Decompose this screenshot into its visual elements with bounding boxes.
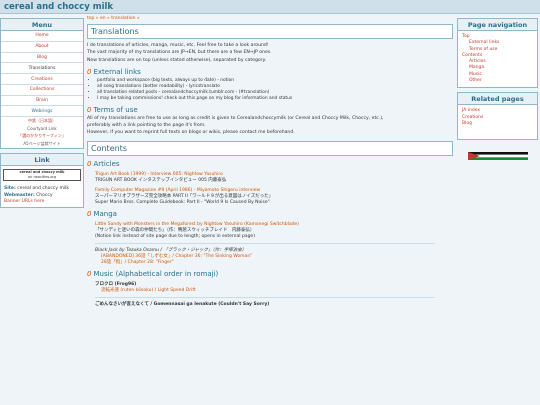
- webmaster-label: Webmaster:: [4, 192, 35, 198]
- menu-item-translations[interactable]: Translations: [1, 63, 83, 75]
- menu-item-brain[interactable]: Brain: [1, 96, 83, 107]
- section-glyph: 0: [87, 209, 92, 218]
- menu-title: Menu: [1, 19, 83, 31]
- related-pages-title: Related pages: [458, 93, 537, 106]
- banner-sub: on neocities.org: [27, 175, 57, 180]
- webring-link-2[interactable]: 「選のかかりサーフィン」: [1, 132, 83, 140]
- section-glyph: 0: [87, 159, 92, 168]
- site-label: Site:: [4, 186, 16, 192]
- menu-item-home[interactable]: Home: [1, 31, 83, 42]
- music-entry-2[interactable]: ごめんなさいが言えなくて / Gomennasai ga Ienakute (C…: [95, 302, 453, 308]
- site-title[interactable]: cereal and choccy milk: [4, 2, 113, 12]
- webring-sub-2: A5ページ盆栽サイト: [23, 141, 61, 147]
- link-box: Link cereal and choccy milk on neocities…: [0, 153, 84, 209]
- webrings-label: Webrings: [1, 106, 83, 118]
- terms-2: preferably with a link pointing to the p…: [87, 123, 206, 129]
- menu-box: Menu Home About Blog Translations Creati…: [0, 18, 84, 150]
- webring-sub-1: Courtyard Link: [27, 126, 57, 132]
- link-info: Site: cereal and choccy milk Webmaster: …: [1, 184, 83, 207]
- intro-3: New translations are on top (unless stat…: [87, 57, 267, 63]
- banner-urls-link[interactable]: Banner URLs here: [4, 199, 80, 205]
- article-entry-2[interactable]: Family Computer Magazine #9 (April 1986)…: [95, 188, 453, 206]
- page-navigation-title: Page navigation: [458, 19, 537, 31]
- section-glyph: 0: [87, 67, 92, 76]
- header-bar: cereal and choccy milk: [0, 0, 540, 14]
- manga-entry-2[interactable]: Black Jack by Tezuka Osamu / 「ブラック・ジャック」…: [95, 248, 453, 266]
- divider: [95, 242, 435, 244]
- link-title: Link: [1, 154, 83, 167]
- webring-link-1[interactable]: 中鉄（日本語）: [1, 117, 83, 125]
- article-entry-1[interactable]: Trigun Art Book (1999) - Interview 005: …: [95, 172, 453, 184]
- related-pages-box: Related pages JA index Creations Blog: [457, 92, 538, 141]
- section-glyph: 0: [87, 269, 92, 278]
- contents-heading: Contents: [87, 140, 453, 156]
- breadcrumb[interactable]: top » en » translation »: [87, 16, 140, 21]
- site-value: cereal and choccy milk: [17, 186, 69, 192]
- music-entry-1[interactable]: フロクロ (Frog96) 流転光速 (ruten kōsoku) / Ligh…: [95, 282, 453, 294]
- terms-3: However, if you want to reprint full tex…: [87, 130, 295, 136]
- intro-1: I do translations of articles, manga, mu…: [87, 43, 269, 48]
- intro-2: The vast majority of my translations are…: [87, 50, 272, 56]
- flag-banner-icon[interactable]: [468, 152, 528, 160]
- terms-heading: 0 Terms of use: [87, 105, 138, 114]
- menu-item-collections[interactable]: Collections: [1, 85, 83, 96]
- site-banner[interactable]: cereal and choccy milk on neocities.org: [3, 169, 81, 182]
- music-heading: 0 Music (Alphabetical order in romaji): [87, 269, 219, 278]
- manga-heading: 0 Manga: [87, 209, 117, 218]
- menu-item-about[interactable]: About: [1, 42, 83, 53]
- webmaster-value: Choccy: [36, 192, 53, 198]
- external-links-list: portfolio and workspace (big texts, alwa…: [97, 78, 453, 102]
- external-links-heading: 0 External links: [87, 67, 141, 76]
- section-glyph: 0: [87, 105, 92, 114]
- main-content: Translations I do translations of articl…: [87, 24, 453, 308]
- page-title: Translations: [87, 24, 453, 39]
- articles-heading: 0 Articles: [87, 159, 120, 168]
- nav-other[interactable]: Other: [462, 78, 533, 84]
- ext-link-4[interactable]: I may be taking commissions! check out t…: [97, 96, 453, 102]
- manga-entry-1[interactable]: Little Sandy with Monsters in the Megafo…: [95, 222, 453, 240]
- terms-1: All of my translations are free to use a…: [87, 115, 384, 121]
- page-navigation-box: Page navigation Top External links Terms…: [457, 18, 538, 89]
- divider: [95, 296, 435, 298]
- related-blog[interactable]: Blog: [462, 121, 533, 127]
- menu-item-blog[interactable]: Blog: [1, 53, 83, 64]
- menu-item-creations[interactable]: Creations: [1, 74, 83, 85]
